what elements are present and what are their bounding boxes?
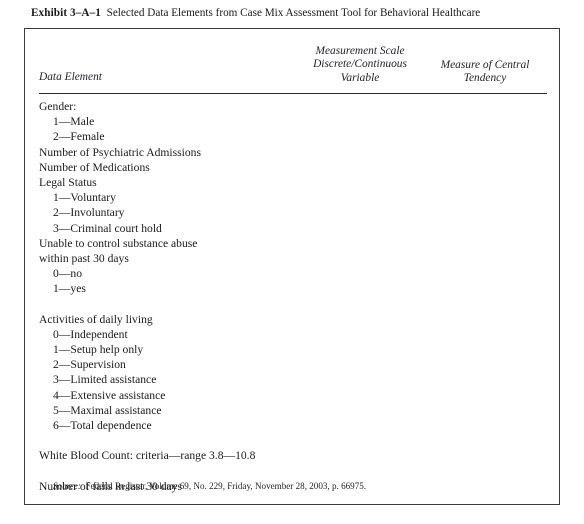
- data-element-cell: 5—Maximal assistance: [53, 403, 162, 417]
- table-row: 1—Voluntary: [25, 190, 559, 205]
- data-element-cell: 2—Female: [53, 130, 105, 144]
- table-row: 2—Supervision: [25, 357, 559, 372]
- table-body: Gender: 1—Male 2—Female Number of Psychiatr…: [25, 99, 559, 494]
- table-row: 2—Female: [25, 129, 559, 144]
- data-element-cell: within past 30 days: [39, 251, 129, 265]
- table-row: 4—Extensive assistance: [25, 388, 559, 403]
- data-element-cell: 0—Independent: [53, 327, 128, 341]
- source-note: Source: Federal Register, Volume 69, No.…: [53, 480, 366, 492]
- column-header-central-tendency: Measure of Central Tendency: [405, 59, 565, 86]
- exhibit-title: Selected Data Elements from Case Mix Ass…: [106, 7, 481, 19]
- table-row: White Blood Count: criteria—range 3.8—10…: [25, 448, 559, 463]
- data-element-cell: Number of Medications: [39, 160, 150, 174]
- header-rule: [39, 93, 547, 94]
- data-element-cell: 1—Male: [53, 115, 95, 129]
- table-row: [25, 464, 559, 479]
- data-element-cell: 3—Limited assistance: [53, 373, 157, 387]
- table-row: 1—Setup help only: [25, 342, 559, 357]
- table-row: 6—Total dependence: [25, 418, 559, 433]
- data-element-cell: Unable to control substance abuse: [39, 236, 198, 250]
- table-row: 1—yes: [25, 281, 559, 296]
- table-row: 5—Maximal assistance: [25, 403, 559, 418]
- data-element-cell: 4—Extensive assistance: [53, 388, 166, 402]
- source-citation: Federal Register, Volume 69, No. 229, Fr…: [85, 481, 367, 491]
- table-row: [25, 433, 559, 448]
- exhibit-caption: Exhibit 3–A–1 Selected Data Elements fro…: [31, 6, 571, 20]
- table-row: Activities of daily living: [25, 312, 559, 327]
- table-row: Number of Medications: [25, 160, 559, 175]
- data-element-cell: 2—Supervision: [53, 358, 126, 372]
- table-row: within past 30 days: [25, 251, 559, 266]
- exhibit-number: Exhibit 3–A–1: [31, 7, 101, 19]
- data-element-cell: Number of Psychiatric Admissions: [39, 145, 201, 159]
- table-row: Gender:: [25, 99, 559, 114]
- data-element-cell: Activities of daily living: [39, 312, 153, 326]
- table-row: 1—Male: [25, 114, 559, 129]
- table-row: Legal Status: [25, 175, 559, 190]
- column-header-measurement-scale-line1: Measurement Scale: [315, 45, 405, 57]
- table-row: 3—Limited assistance: [25, 372, 559, 387]
- table-row: 2—Involuntary: [25, 205, 559, 220]
- exhibit-box: Data Element Measurement Scale Discrete/…: [24, 28, 560, 505]
- data-element-cell: 1—Setup help only: [53, 343, 144, 356]
- table-row: [25, 296, 559, 311]
- data-element-cell: 0—no: [53, 267, 82, 281]
- column-header-central-tendency-line1: Measure of Central: [440, 59, 530, 71]
- table-row: Unable to control substance abuse: [25, 236, 559, 251]
- data-element-cell: White Blood Count: criteria—range 3.8—10…: [39, 449, 256, 463]
- data-element-cell: 2—Involuntary: [53, 206, 125, 220]
- source-label: Source:: [53, 481, 81, 491]
- table-row: 0—no: [25, 266, 559, 281]
- data-element-cell: Gender:: [39, 100, 77, 113]
- column-header-central-tendency-line2: Tendency: [463, 72, 507, 85]
- table-row: 3—Criminal court hold: [25, 221, 559, 236]
- data-element-cell: 1—yes: [53, 282, 86, 296]
- data-element-cell: 3—Criminal court hold: [53, 221, 162, 235]
- data-element-cell: Legal Status: [39, 175, 97, 189]
- table-header: Data Element Measurement Scale Discrete/…: [25, 29, 559, 94]
- column-header-data-element: Data Element: [39, 71, 102, 83]
- data-element-cell: 6—Total dependence: [53, 418, 152, 432]
- data-element-cell: 1—Voluntary: [53, 191, 116, 205]
- table-row: 0—Independent: [25, 327, 559, 342]
- table-row: Number of Psychiatric Admissions: [25, 145, 559, 160]
